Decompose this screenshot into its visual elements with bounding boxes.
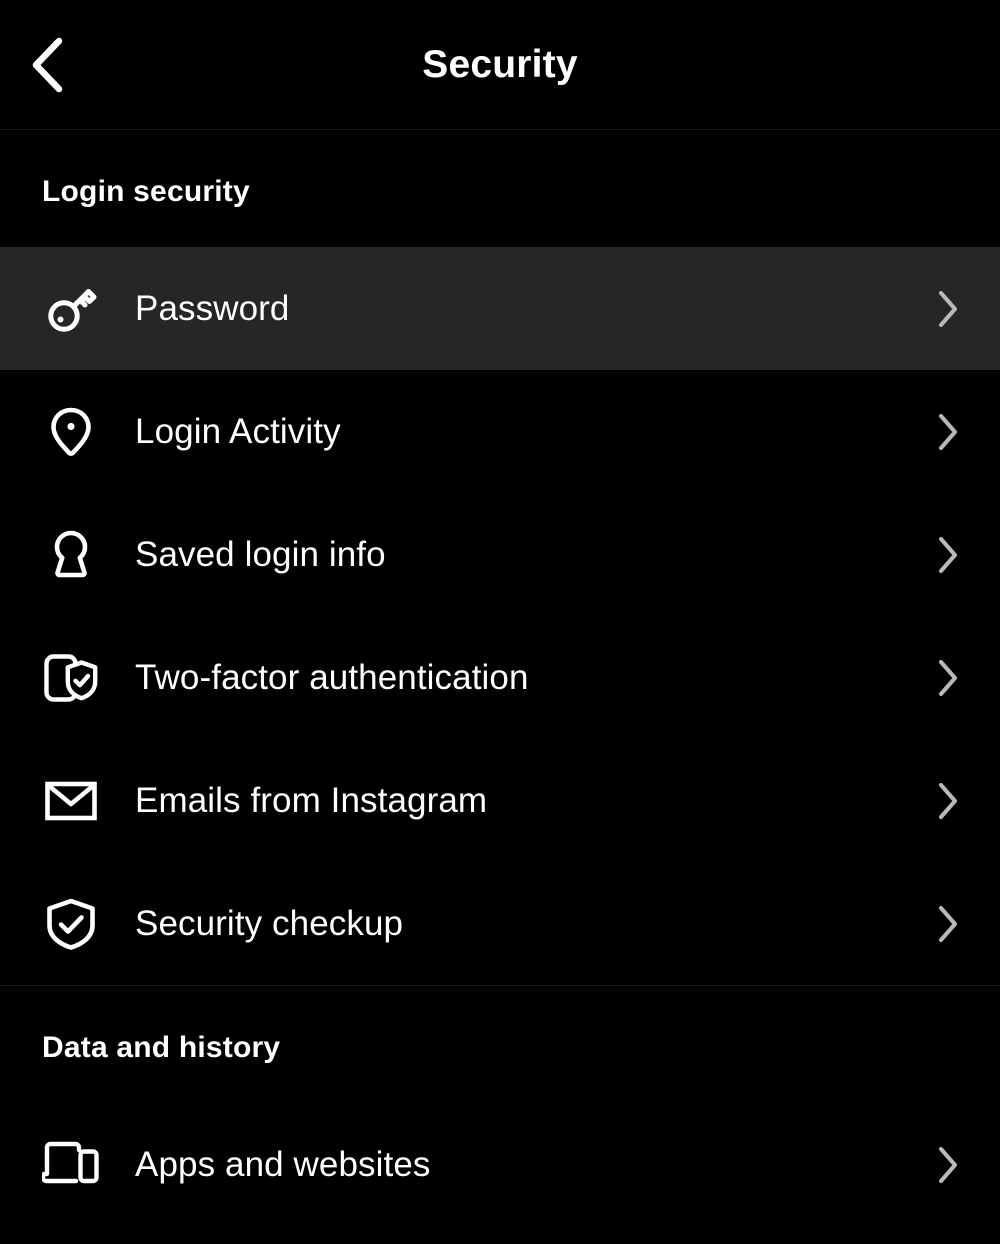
chevron-right-icon xyxy=(926,1145,960,1185)
list-item-saved-login-info[interactable]: Saved login info xyxy=(0,493,1000,616)
phone-shield-check-icon xyxy=(42,649,100,707)
section-login-security: Login security Password Login Activity S… xyxy=(0,130,1000,985)
chevron-right-icon xyxy=(926,781,960,821)
list-item-label: Apps and websites xyxy=(135,1145,431,1184)
key-icon xyxy=(42,280,100,338)
back-button[interactable] xyxy=(12,30,82,100)
header-bar: Security xyxy=(0,0,1000,130)
list-item-security-checkup[interactable]: Security checkup xyxy=(0,862,1000,985)
list-item-label: Saved login info xyxy=(135,535,386,574)
chevron-right-icon xyxy=(926,289,960,329)
section-data-and-history: Data and history Apps and websites xyxy=(0,985,1000,1226)
chevron-right-icon xyxy=(926,904,960,944)
list-item-label: Security checkup xyxy=(135,904,404,943)
list-item-label: Emails from Instagram xyxy=(135,781,488,820)
chevron-right-icon xyxy=(926,535,960,575)
list-item-label: Login Activity xyxy=(135,412,341,451)
chevron-left-icon xyxy=(28,36,66,94)
keyhole-icon xyxy=(42,526,100,584)
devices-icon xyxy=(42,1136,100,1194)
list-item-label: Two-factor authentication xyxy=(135,658,529,697)
list-item-apps-and-websites[interactable]: Apps and websites xyxy=(0,1103,1000,1226)
shield-check-icon xyxy=(42,895,100,953)
section-title-login-security: Login security xyxy=(42,175,250,208)
page-title: Security xyxy=(422,43,578,86)
envelope-icon xyxy=(42,772,100,830)
security-settings-screen: Security Login security Password Login A… xyxy=(0,0,1000,1244)
chevron-right-icon xyxy=(926,658,960,698)
location-pin-icon xyxy=(42,403,100,461)
chevron-right-icon xyxy=(926,412,960,452)
list-item-password[interactable]: Password xyxy=(0,247,1000,370)
list-item-label: Password xyxy=(135,289,290,328)
list-item-two-factor-authentication[interactable]: Two-factor authentication xyxy=(0,616,1000,739)
section-title-data-and-history: Data and history xyxy=(42,1031,281,1064)
list-item-login-activity[interactable]: Login Activity xyxy=(0,370,1000,493)
list-item-emails-from-instagram[interactable]: Emails from Instagram xyxy=(0,739,1000,862)
